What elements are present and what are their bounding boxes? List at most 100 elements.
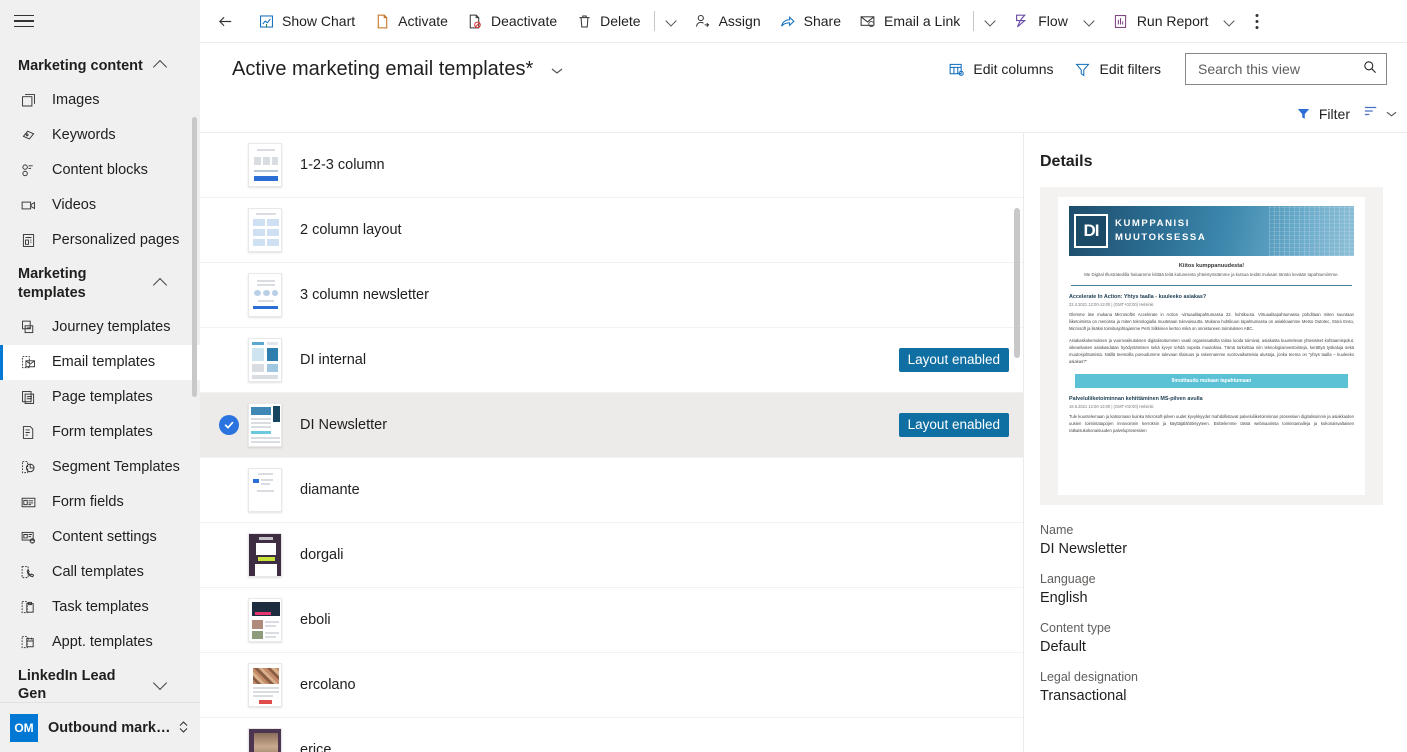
email-a-link-button[interactable]: Email a Link <box>850 4 969 38</box>
table-row[interactable]: DI internal Layout enabled <box>200 328 1023 393</box>
view-title-button[interactable]: Active marketing email templates* <box>232 58 563 81</box>
table-row[interactable]: erice <box>200 718 1023 752</box>
table-row[interactable]: 1-2-3 column <box>200 133 1023 198</box>
sidebar-group-marketing-templates[interactable]: Marketing templates <box>0 258 200 310</box>
share-button[interactable]: Share <box>770 4 850 38</box>
row-checkbox[interactable] <box>218 609 240 631</box>
filter-row: Filter <box>200 95 1407 133</box>
sidebar-group-marketing-content[interactable]: Marketing content <box>0 50 200 83</box>
run-report-label: Run Report <box>1137 13 1209 29</box>
show-chart-label: Show Chart <box>282 13 355 29</box>
template-thumbnail <box>248 533 282 577</box>
sidebar-group-label: Marketing content <box>18 57 143 76</box>
video-icon <box>18 195 38 215</box>
row-checkbox[interactable] <box>218 349 240 371</box>
sidebar-item-appt-templates[interactable]: Appt. templates <box>0 625 200 660</box>
status-badge: Layout enabled <box>899 413 1009 437</box>
show-chart-button[interactable]: Show Chart <box>248 4 364 38</box>
row-checkbox[interactable] <box>218 284 240 306</box>
sidebar-item-content-settings[interactable]: Content settings <box>0 520 200 555</box>
table-row[interactable]: ercolano <box>200 653 1023 718</box>
field-value: Default <box>1040 639 1383 655</box>
sidebar-item-videos[interactable]: Videos <box>0 188 200 223</box>
sidebar-item-keywords[interactable]: Keywords <box>0 118 200 153</box>
table-row[interactable]: 2 column layout <box>200 198 1023 263</box>
divider <box>1071 285 1352 286</box>
run-report-chevron[interactable] <box>1217 4 1243 38</box>
sidebar-item-page-templates[interactable]: Page templates <box>0 380 200 415</box>
view-header: Active marketing email templates* Edit c… <box>200 43 1407 95</box>
edit-columns-icon <box>947 60 965 78</box>
search-icon[interactable] <box>1362 59 1378 80</box>
filter-button[interactable]: Filter <box>1288 99 1358 129</box>
more-commands-button[interactable] <box>1243 4 1271 38</box>
field-label: Language <box>1040 572 1383 586</box>
search-input[interactable] <box>1196 60 1362 78</box>
table-row[interactable]: DI Newsletter Layout enabled <box>200 393 1023 458</box>
sidebar-item-segment-templates[interactable]: Segment Templates <box>0 450 200 485</box>
table-row[interactable]: diamante <box>200 458 1023 523</box>
overflow-chevron-2[interactable] <box>978 4 1004 38</box>
edit-columns-button[interactable]: Edit columns <box>937 53 1063 85</box>
form-fields-icon <box>18 492 38 512</box>
back-button[interactable] <box>208 4 242 38</box>
field-value: DI Newsletter <box>1040 541 1383 557</box>
flow-chevron[interactable] <box>1077 4 1103 38</box>
email-a-link-label: Email a Link <box>884 13 960 29</box>
row-checkbox[interactable] <box>218 219 240 241</box>
sidebar-item-personalized-pages[interactable]: Personalized pages <box>0 223 200 258</box>
sidebar-group-linkedin-lead-gen[interactable]: LinkedIn Lead Gen <box>0 660 200 702</box>
sidebar-item-form-templates[interactable]: Form templates <box>0 415 200 450</box>
deactivate-label: Deactivate <box>491 13 557 29</box>
row-checkbox[interactable] <box>218 739 240 752</box>
activate-button[interactable]: Activate <box>364 4 457 38</box>
field-legal-designation: Legal designation Transactional <box>1040 670 1383 704</box>
deactivate-icon <box>466 12 484 30</box>
sidebar-item-task-templates[interactable]: Task templates <box>0 590 200 625</box>
sidebar-item-journey-templates[interactable]: Journey templates <box>0 310 200 345</box>
delete-button[interactable]: Delete <box>566 4 649 38</box>
row-checkbox[interactable] <box>218 154 240 176</box>
list-scrollbar-thumb[interactable] <box>1014 208 1020 358</box>
site-map-hamburger-button[interactable] <box>0 0 200 42</box>
deactivate-button[interactable]: Deactivate <box>457 4 566 38</box>
edit-filters-button[interactable]: Edit filters <box>1064 53 1171 85</box>
sidebar-group-label: LinkedIn Lead Gen <box>18 667 143 702</box>
row-name: 2 column layout <box>300 222 1009 238</box>
sort-button[interactable] <box>1358 99 1401 129</box>
table-row[interactable]: eboli <box>200 588 1023 653</box>
row-checkbox[interactable] <box>218 544 240 566</box>
cta-button[interactable]: Ilmoittaudu mukaan tapahtumaan <box>1075 374 1348 388</box>
sidebar-nav-scroll[interactable]: Marketing content Images Keywords <box>0 42 200 702</box>
run-report-button[interactable]: Run Report <box>1103 4 1218 38</box>
row-checkbox[interactable] <box>218 479 240 501</box>
sidebar-item-label: Call templates <box>52 564 144 580</box>
row-name: 1-2-3 column <box>300 157 1009 173</box>
email-link-icon <box>859 12 877 30</box>
field-language: Language English <box>1040 572 1383 606</box>
search-box[interactable] <box>1185 53 1387 85</box>
edit-columns-label: Edit columns <box>973 61 1053 77</box>
table-row[interactable]: 3 column newsletter <box>200 263 1023 328</box>
sidebar-item-label: Content blocks <box>52 162 148 178</box>
app-area-switcher[interactable]: OM Outbound market... <box>0 702 200 752</box>
filter-label: Filter <box>1319 106 1350 122</box>
overflow-chevron-1[interactable] <box>659 4 685 38</box>
sidebar-item-content-blocks[interactable]: Content blocks <box>0 153 200 188</box>
template-list[interactable]: 1-2-3 column 2 column layout <box>200 133 1024 752</box>
row-checkbox[interactable] <box>218 674 240 696</box>
content-settings-icon <box>18 527 38 547</box>
content-blocks-icon <box>18 160 38 180</box>
sidebar-item-call-templates[interactable]: Call templates <box>0 555 200 590</box>
sidebar-item-images[interactable]: Images <box>0 83 200 118</box>
sidebar-scrollbar-thumb[interactable] <box>192 117 197 397</box>
sidebar-item-form-fields[interactable]: Form fields <box>0 485 200 520</box>
row-name: diamante <box>300 482 1009 498</box>
sidebar-item-email-templates[interactable]: Email templates <box>0 345 200 380</box>
email-preview-card[interactable]: DI KUMPPANISI MUUTOKSESSA Kiitos kumppan… <box>1040 187 1383 505</box>
assign-button[interactable]: Assign <box>685 4 770 38</box>
table-row[interactable]: dorgali <box>200 523 1023 588</box>
flow-button[interactable]: Flow <box>1004 4 1077 38</box>
row-checkbox[interactable] <box>218 414 240 436</box>
sidebar: Marketing content Images Keywords <box>0 0 200 752</box>
